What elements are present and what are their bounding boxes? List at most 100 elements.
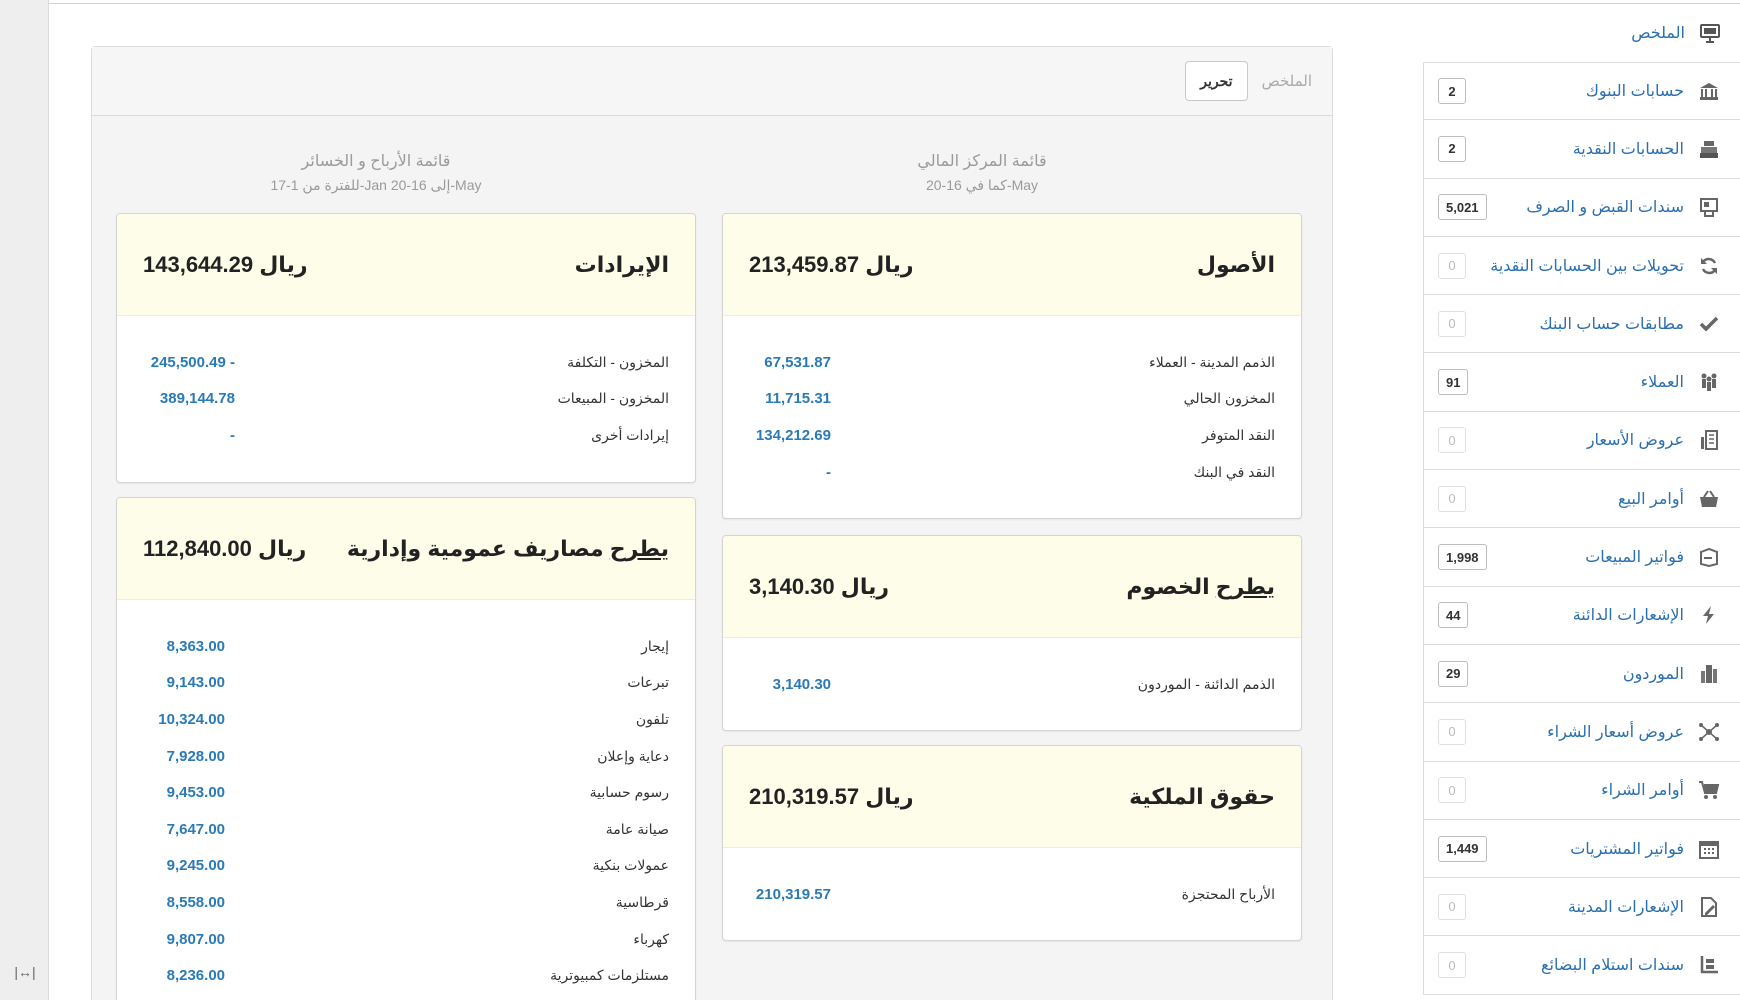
- sidebar-item-bank-accounts[interactable]: 2 حسابات البنوك: [1423, 62, 1740, 121]
- table-row: - النقد في البنك: [749, 454, 1275, 491]
- expenses-card: ريال 112,840.00 يطرح مصاريف عمومية وإدار…: [116, 497, 696, 1000]
- panel-resize-handle[interactable]: |↔|: [12, 964, 38, 984]
- table-row: 9,807.00 كهرباء: [143, 921, 669, 958]
- row-value-link[interactable]: 389,144.78: [143, 390, 235, 407]
- row-value-link[interactable]: 8,363.00: [143, 638, 225, 655]
- row-label: تلفون: [635, 710, 669, 727]
- expenses-title: يطرح مصاريف عمومية وإدارية: [347, 536, 669, 562]
- sidebar-item-quotes[interactable]: 0 عروض الأسعار: [1423, 411, 1740, 471]
- count-badge: 0: [1438, 310, 1466, 337]
- row-value-link[interactable]: 67,531.87: [749, 354, 831, 371]
- equity-card: ريال 210,319.57 حقوق الملكية 210,319.57 …: [722, 745, 1302, 941]
- table-row: 9,453.00 رسوم حسابية: [143, 774, 669, 811]
- sidebar-item-sales-orders[interactable]: 0 أوامر البيع: [1423, 470, 1740, 529]
- row-value-link[interactable]: 9,807.00: [143, 931, 225, 948]
- assets-card-header: ريال 213,459.87 الأصول: [723, 214, 1301, 316]
- count-badge: 0: [1438, 718, 1466, 745]
- table-row: 11,715.31 المخزون الحالي: [749, 381, 1275, 418]
- panel-title: الملخص: [1261, 73, 1312, 90]
- row-value-link[interactable]: -: [143, 427, 235, 444]
- sidebar-item-label: عروض الأسعار: [1586, 432, 1684, 450]
- row-label: صيانة عامة: [605, 820, 669, 837]
- row-label: كهرباء: [633, 930, 669, 947]
- equity-total: ريال 210,319.57: [749, 783, 914, 809]
- equity-rows: 210,319.57 الأرباح المحتجزة: [723, 848, 1301, 923]
- row-label: المخزون - المبيعات: [557, 390, 669, 407]
- row-value-link[interactable]: 134,212.69: [749, 427, 831, 444]
- quote-document-icon: [1698, 429, 1720, 451]
- presentation-icon: [1699, 22, 1721, 44]
- row-value-link[interactable]: 9,245.00: [143, 857, 225, 874]
- voucher-icon: [1698, 196, 1720, 218]
- count-badge: 2: [1438, 135, 1466, 162]
- table-row: 245,500.49 - المخزون - التكلفة: [143, 344, 669, 381]
- expenses-title-text: مصاريف عمومية وإدارية: [346, 535, 610, 561]
- row-label: دعاية وإعلان: [597, 747, 669, 764]
- row-label: الأرباح المحتجزة: [1181, 885, 1275, 902]
- row-value-link[interactable]: 9,143.00: [143, 674, 225, 691]
- bank-icon: [1698, 80, 1720, 102]
- row-value-link[interactable]: 11,715.31: [749, 390, 831, 407]
- table-row: 7,647.00 صيانة عامة: [143, 811, 669, 848]
- sidebar-item-label: الموردون: [1622, 665, 1684, 683]
- less-prefix: يطرح: [1215, 573, 1275, 599]
- sidebar-item-customers[interactable]: 91 العملاء: [1423, 353, 1740, 412]
- assets-rows: 67,531.87 الذمم المدينة - العملاء 11,715…: [723, 316, 1301, 500]
- edit-button[interactable]: تحرير: [1185, 61, 1248, 101]
- sidebar-item-bank-reconciliations[interactable]: 0 مطابقات حساب البنك: [1423, 295, 1740, 354]
- sidebar-item-goods-receipts[interactable]: 0 سندات استلام البضائع: [1423, 936, 1740, 995]
- revenue-card-header: ريال 143,644.29 الإيرادات: [117, 214, 695, 316]
- sidebar-item-label: سندات استلام البضائع: [1540, 957, 1684, 975]
- edit-document-icon: [1698, 896, 1720, 918]
- row-value-link[interactable]: 7,647.00: [143, 821, 225, 838]
- balance-sheet-header: قائمة المركز المالي كما في 16-20-May: [722, 151, 1242, 194]
- sidebar-item-receipts-payments[interactable]: 5,021 سندات القبض و الصرف: [1423, 178, 1740, 237]
- assets-card: ريال 213,459.87 الأصول 67,531.87 الذمم ا…: [722, 213, 1302, 519]
- row-value-link[interactable]: 210,319.57: [749, 886, 831, 903]
- basket-icon: [1698, 488, 1720, 510]
- sidebar-item-credit-notes[interactable]: 44 الإشعارات الدائنة: [1423, 586, 1740, 645]
- sidebar-item-inter-account-transfers[interactable]: 0 تحويلات بين الحسابات النقدية: [1423, 236, 1740, 296]
- row-value-link[interactable]: 245,500.49 -: [143, 354, 235, 371]
- sidebar-item-debit-notes[interactable]: 0 الإشعارات المدينة: [1423, 878, 1740, 937]
- sidebar-item-suppliers[interactable]: 29 الموردون: [1423, 644, 1740, 704]
- row-value-link[interactable]: 7,928.00: [143, 748, 225, 765]
- row-label: المخزون الحالي: [1183, 390, 1275, 407]
- row-label: إيرادات أخرى: [591, 426, 669, 443]
- count-badge: 5,021: [1438, 194, 1487, 221]
- table-row: 134,212.69 النقد المتوفر: [749, 417, 1275, 454]
- liabilities-title: يطرح الخصوم: [1126, 574, 1275, 600]
- table-row: 3,140.30 الذمم الدائنة - الموردون: [749, 666, 1275, 703]
- row-value-link[interactable]: 10,324.00: [143, 711, 225, 728]
- table-row: 10,324.00 تلفون: [143, 701, 669, 738]
- expenses-total: ريال 112,840.00: [143, 535, 307, 561]
- sidebar-item-summary[interactable]: الملخص: [1423, 8, 1740, 58]
- sidebar-item-purchase-quotes[interactable]: 0 عروض أسعار الشراء: [1423, 703, 1740, 762]
- row-value-link[interactable]: -: [749, 464, 831, 481]
- revenue-card: ريال 143,644.29 الإيرادات 245,500.49 - ا…: [116, 213, 696, 483]
- table-row: 8,558.00 قرطاسية: [143, 884, 669, 921]
- table-row: 9,245.00 عمولات بنكية: [143, 848, 669, 885]
- row-value-link[interactable]: 8,558.00: [143, 894, 225, 911]
- row-value-link[interactable]: 9,453.00: [143, 784, 225, 801]
- sidebar-item-label: تحويلات بين الحسابات النقدية: [1490, 257, 1684, 275]
- sidebar-item-sales-invoices[interactable]: 1,998 فواتير المبيعات: [1423, 528, 1740, 587]
- liabilities-card-header: ريال 3,140.30 يطرح الخصوم: [723, 536, 1301, 638]
- building-icon: [1698, 663, 1720, 685]
- count-badge: 0: [1438, 485, 1466, 512]
- row-label: النقد في البنك: [1193, 463, 1275, 480]
- count-badge: 0: [1438, 777, 1466, 804]
- row-label: مستلزمات كمبيوترية: [550, 967, 669, 984]
- checkmark-icon: [1698, 313, 1720, 335]
- expenses-rows: 8,363.00 إيجار 9,143.00 تبرعات 10,324.00…: [117, 600, 695, 1000]
- row-value-link[interactable]: 8,236.00: [143, 967, 225, 984]
- table-row: 9,143.00 تبرعات: [143, 665, 669, 702]
- profit-loss-header: قائمة الأرباح و الخسائر للفترة من 1-17-J…: [116, 151, 636, 194]
- sidebar-item-purchase-orders[interactable]: 0 أوامر الشراء: [1423, 761, 1740, 820]
- row-value-link[interactable]: 3,140.30: [749, 676, 831, 693]
- sidebar-item-cash-accounts[interactable]: 2 الحسابات النقدية: [1423, 120, 1740, 179]
- assets-title: الأصول: [1196, 251, 1275, 277]
- sidebar-item-purchase-invoices[interactable]: 1,449 فواتير المشتريات: [1423, 819, 1740, 879]
- row-label: تبرعات: [627, 674, 669, 691]
- equity-title: حقوق الملكية: [1129, 783, 1275, 809]
